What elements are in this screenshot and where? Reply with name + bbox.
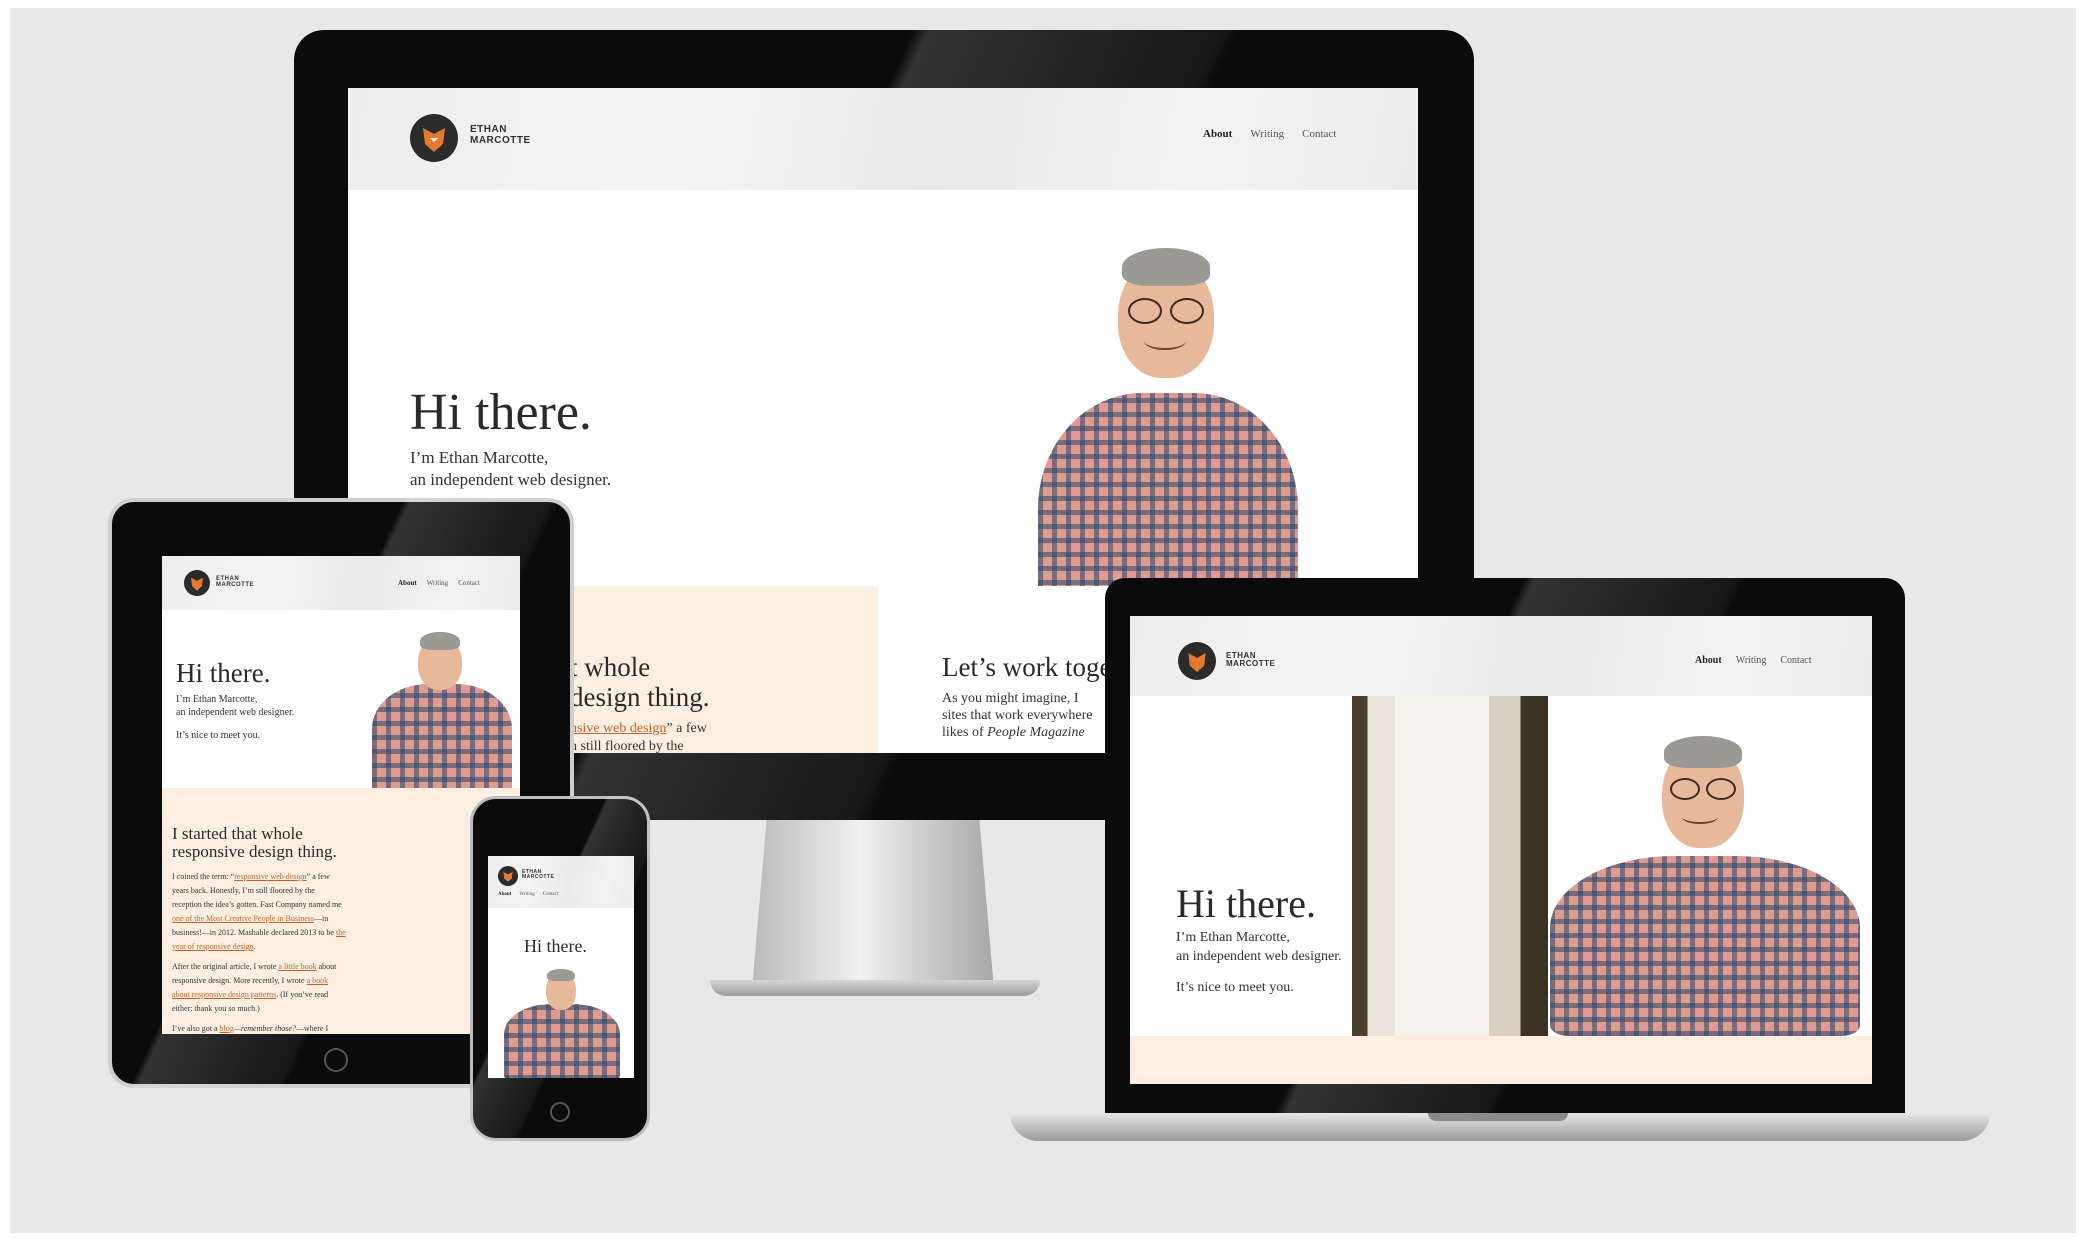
body-text: . (If you’ve read <box>276 990 329 999</box>
body-text: I coined the term: “ <box>172 872 235 881</box>
section2-line3-prefix: likes of <box>942 725 988 740</box>
home-button-icon[interactable] <box>550 1102 570 1122</box>
body-text: about <box>316 962 337 971</box>
brand-name-line2: MARCOTTE <box>1226 659 1276 669</box>
section1-title-line2: responsive design thing. <box>172 842 337 861</box>
intro-line-2: an independent web designer. <box>1176 949 1342 964</box>
little-book-link[interactable]: a little book <box>278 962 316 971</box>
laptop-screen: ETHAN MARCOTTE About Writing Contact Hi … <box>1130 616 1872 1084</box>
patterns-book-link[interactable]: about responsive design patterns <box>172 990 276 999</box>
blog-link[interactable]: blog <box>220 1024 234 1033</box>
body-text: business!—in 2012. Mashable declared 201… <box>172 928 334 937</box>
body-text: I’ve also got a <box>172 1024 220 1033</box>
most-creative-link[interactable]: one of the Most Creative People in Busin… <box>172 914 314 923</box>
link-trailing-text: ” a few <box>666 721 707 736</box>
section1-title-line2: design thing. <box>570 682 710 712</box>
intro-line-2: an independent web designer. <box>410 470 612 489</box>
nice-to-meet: It’s nice to meet you. <box>1176 980 1294 995</box>
nav-about[interactable]: About <box>498 892 511 897</box>
people-magazine-text: People Magazine <box>987 725 1085 740</box>
tablet-screen: ETHAN MARCOTTE About Writing Contact Hi … <box>162 556 520 1034</box>
section2-line1: As you might imagine, I <box>942 691 1079 706</box>
body-text: After the original article, I wrote <box>172 962 279 971</box>
section2-line2: sites that work everywhere <box>942 708 1093 723</box>
nice-to-meet: It’s nice to meet you. <box>176 730 261 741</box>
fox-logo-icon[interactable] <box>498 866 518 886</box>
nav-writing[interactable]: Writing <box>519 892 534 897</box>
section1-title-line1: I started that whole <box>172 824 303 843</box>
hero-title: Hi there. <box>1176 881 1316 926</box>
section1-cut-line: n still floored by the <box>570 739 684 753</box>
portrait-photo <box>504 966 620 1078</box>
devices-showcase: ETHAN MARCOTTE About Writing Contact Hi … <box>10 8 2076 1233</box>
nav-contact[interactable]: Contact <box>543 892 559 897</box>
intro-line-1: I’m Ethan Marcotte, <box>176 694 258 705</box>
phone-screen: ETHAN MARCOTTE About Writing Contact Hi … <box>488 856 634 1078</box>
nav-about[interactable]: About <box>1695 655 1722 666</box>
brand-name-line2: MARCOTTE <box>522 874 555 881</box>
hero-title: Hi there. <box>410 384 592 441</box>
site-nav: About Writing Contact <box>1203 128 1336 140</box>
home-button-icon[interactable] <box>324 1048 348 1072</box>
brand-name-line2: MARCOTTE <box>470 134 531 146</box>
body-text: years back. Honestly, I’m still floored … <box>172 886 315 895</box>
body-text: —in <box>313 914 329 923</box>
body-text: —where I <box>295 1024 329 1033</box>
nav-writing[interactable]: Writing <box>1250 128 1284 140</box>
nav-contact[interactable]: Contact <box>1302 128 1336 140</box>
body-text: reception the idea’s gotten. Fast Compan… <box>172 900 342 909</box>
intro-line-1: I’m Ethan Marcotte, <box>1176 930 1290 945</box>
body-text: . <box>253 942 256 951</box>
window-frame-photo <box>1352 696 1548 1036</box>
body-text: ” a few <box>306 872 330 881</box>
nav-contact[interactable]: Contact <box>458 579 480 587</box>
body-text: either: thank you so much.) <box>172 1004 260 1013</box>
nav-contact[interactable]: Contact <box>1780 655 1811 666</box>
responsive-web-design-link[interactable]: responsive web design <box>234 872 306 881</box>
hero-title: Hi there. <box>176 658 271 688</box>
section-responsive <box>1130 1036 1872 1084</box>
monitor-stand <box>752 820 994 990</box>
portrait-photo <box>372 626 512 796</box>
site-header: ETHAN MARCOTTE About Writing Contact <box>348 88 1418 190</box>
nav-about[interactable]: About <box>1203 128 1232 140</box>
hero-title: Hi there. <box>524 936 587 956</box>
intro-line-1: I’m Ethan Marcotte, <box>410 448 549 467</box>
fox-logo-icon[interactable] <box>1178 642 1216 680</box>
nav-writing[interactable]: Writing <box>1736 655 1767 666</box>
year-of-rwd-link[interactable]: the <box>336 928 346 937</box>
responsive-web-design-link[interactable]: nsive web design <box>570 721 666 736</box>
body-text: responsive design. More recently, I wrot… <box>172 976 307 985</box>
year-of-rwd-link[interactable]: year of responsive design <box>172 942 254 951</box>
intro-line-2: an independent web designer. <box>176 707 295 718</box>
fox-logo-icon[interactable] <box>184 570 210 596</box>
a-book-link[interactable]: a book <box>307 976 329 985</box>
portrait-photo <box>1550 736 1860 1036</box>
brand-name-line2: MARCOTTE <box>216 582 254 589</box>
nav-writing[interactable]: Writing <box>427 579 449 587</box>
nav-about[interactable]: About <box>398 579 417 587</box>
fox-logo-icon[interactable] <box>410 114 458 162</box>
body-text: —remember those? <box>233 1024 296 1033</box>
section-responsive: I started that whole responsive design t… <box>162 788 520 1034</box>
section1-title-line1: t whole <box>570 652 651 682</box>
brand-name-line1: ETHAN <box>470 124 507 135</box>
